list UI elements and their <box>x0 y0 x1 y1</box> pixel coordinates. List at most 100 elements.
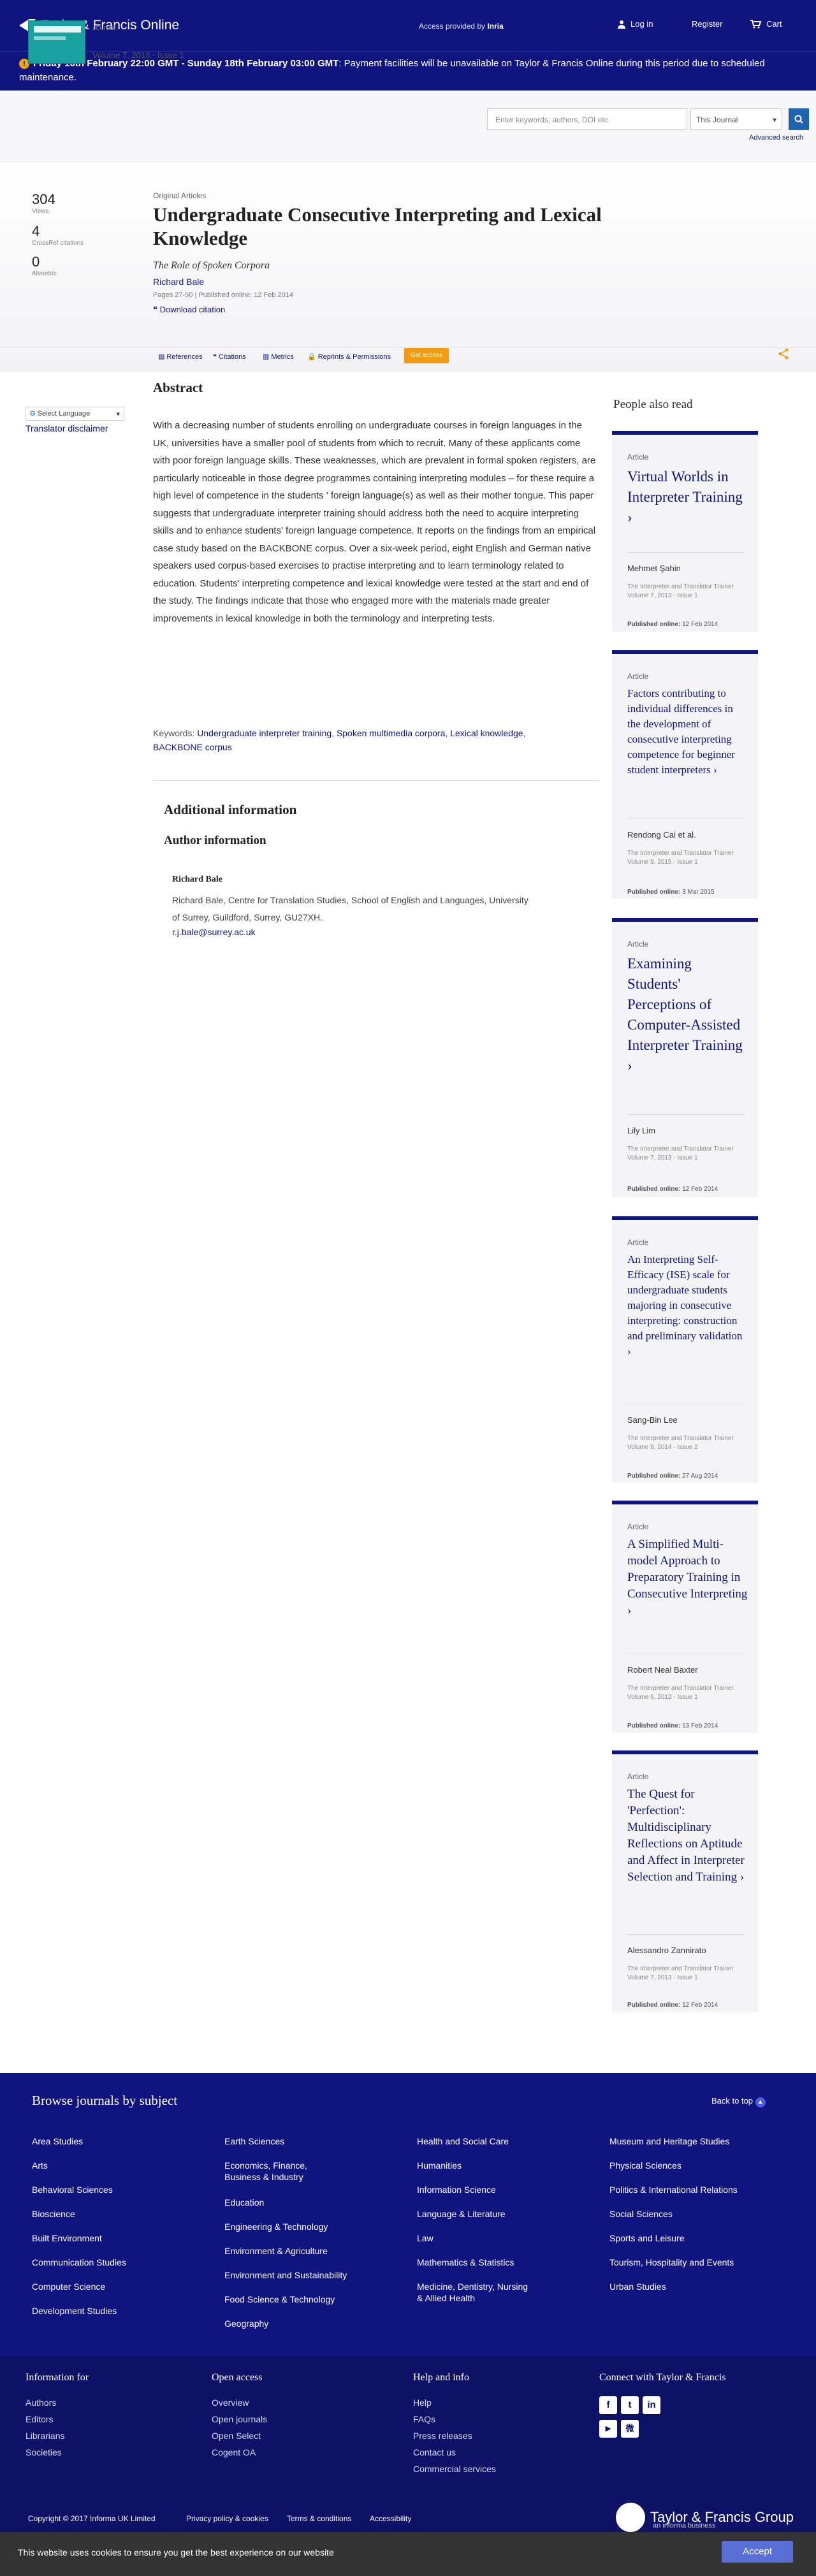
related-article-title[interactable]: The Quest for 'Perfection': Multidiscipl… <box>627 1786 748 1886</box>
related-article-title[interactable]: Virtual Worlds in Interpreter Training › <box>627 467 748 528</box>
subject-link[interactable]: Earth Sciences <box>224 2136 284 2147</box>
author-email-link[interactable]: r.j.bale@surrey.ac.uk <box>172 927 256 937</box>
related-article-title[interactable]: Examining Students' Perceptions of Compu… <box>627 954 748 1076</box>
search-scope-select[interactable]: This Journal ▾ <box>690 108 782 130</box>
cart-link[interactable]: Cart <box>750 19 782 29</box>
keyword-link[interactable]: BACKBONE corpus <box>153 742 232 752</box>
subject-link[interactable]: Geography <box>224 2318 268 2329</box>
tab-reprints[interactable]: 🔒 Reprints & Permissions <box>307 353 391 361</box>
footer-link[interactable]: Contact us <box>413 2447 456 2457</box>
search-input[interactable]: Enter keywords, authors, DOI etc. <box>487 108 687 130</box>
cart-icon <box>750 19 762 28</box>
chevron-right-icon: › <box>627 1058 632 1073</box>
related-article-card[interactable]: Article The Quest for 'Perfection': Mult… <box>612 1750 758 2012</box>
subject-link[interactable]: Health and Social Care <box>417 2136 509 2147</box>
browse-heading: Browse journals by subject <box>32 2093 178 2108</box>
keyword-link[interactable]: Lexical knowledge <box>450 728 523 738</box>
subject-link[interactable]: Food Science & Technology <box>224 2294 335 2305</box>
footer-link[interactable]: Editors <box>26 2414 54 2424</box>
language-select[interactable]: G Select Language ▾ <box>26 407 124 421</box>
facebook-icon[interactable]: f <box>599 2396 617 2414</box>
subject-link[interactable]: Education <box>224 2197 264 2208</box>
twitter-icon[interactable]: t <box>621 2396 639 2414</box>
related-article-title[interactable]: Factors contributing to individual diffe… <box>627 686 748 778</box>
youtube-icon[interactable]: ▶ <box>599 2420 617 2438</box>
footer-link[interactable]: Librarians <box>26 2431 64 2441</box>
privacy-link[interactable]: Privacy policy & cookies <box>186 2514 268 2523</box>
related-article-card[interactable]: Article An Interpreting Self-Efficacy (I… <box>612 1216 758 1483</box>
subject-link[interactable]: Development Studies <box>32 2305 117 2317</box>
footer-link[interactable]: Overview <box>212 2398 249 2408</box>
share-icon[interactable] <box>778 348 789 363</box>
footer-link[interactable]: Open Select <box>212 2431 261 2441</box>
related-article-title[interactable]: An Interpreting Self-Efficacy (ISE) scal… <box>627 1252 748 1359</box>
footer-link[interactable]: Authors <box>26 2398 56 2408</box>
linkedin-icon[interactable]: in <box>643 2396 660 2414</box>
login-link[interactable]: Log in <box>617 19 653 29</box>
subject-link[interactable]: Medicine, Dentistry, Nursing & Allied He… <box>417 2281 532 2304</box>
subject-link[interactable]: Social Sciences <box>609 2208 673 2220</box>
informa-tagline: an informa business <box>653 2522 716 2529</box>
subject-link[interactable]: Environment & Agriculture <box>224 2245 328 2257</box>
subject-link[interactable]: Mathematics & Statistics <box>417 2257 514 2268</box>
article-author-link[interactable]: Richard Bale <box>153 277 204 287</box>
get-access-button[interactable]: Get access <box>404 348 449 363</box>
subject-link[interactable]: Behavioral Sciences <box>32 2184 113 2195</box>
tab-citations[interactable]: ❝ Citations <box>213 353 246 361</box>
subject-link[interactable]: Humanities <box>417 2160 462 2171</box>
advanced-search-link[interactable]: Advanced search <box>749 134 803 142</box>
subject-link[interactable]: Law <box>417 2232 433 2244</box>
footer-link[interactable]: Open journals <box>212 2414 267 2424</box>
subject-link[interactable]: Economics, Finance, Business & Industry <box>224 2160 339 2183</box>
related-article-card[interactable]: Article A Simplified Multi-model Approac… <box>612 1501 758 1733</box>
subject-link[interactable]: Tourism, Hospitality and Events <box>609 2257 734 2268</box>
keyword-link[interactable]: Spoken multimedia corpora <box>337 728 445 738</box>
related-article-card[interactable]: Article Virtual Worlds in Interpreter Tr… <box>612 431 758 632</box>
footer-link[interactable]: Help <box>413 2398 432 2408</box>
subject-link[interactable]: Engineering & Technology <box>224 2221 328 2232</box>
related-article-card[interactable]: Article Examining Students' Perceptions … <box>612 918 758 1197</box>
accessibility-link[interactable]: Accessibility <box>370 2514 411 2523</box>
terms-link[interactable]: Terms & conditions <box>287 2514 351 2523</box>
subject-link[interactable]: Museum and Heritage Studies <box>609 2136 729 2147</box>
footer-link[interactable]: Cogent OA <box>212 2447 256 2457</box>
subject-link[interactable]: Language & Literature <box>417 2208 506 2220</box>
footer-link[interactable]: Societies <box>26 2447 62 2457</box>
weibo-icon[interactable]: 微 <box>621 2420 639 2438</box>
people-also-read-heading: People also read <box>613 398 693 411</box>
journal-cover[interactable] <box>28 20 85 64</box>
subject-link[interactable]: Physical Sciences <box>609 2160 681 2171</box>
subject-link[interactable]: Politics & International Relations <box>609 2184 738 2195</box>
chevron-right-icon: › <box>627 1604 632 1617</box>
search-button[interactable] <box>789 108 809 130</box>
related-article-title[interactable]: A Simplified Multi-model Approach to Pre… <box>627 1536 748 1619</box>
article-pages: Pages 27-50 | Published online: 12 Feb 2… <box>153 291 293 299</box>
download-citation-link[interactable]: ❝ Download citation <box>153 305 225 315</box>
article-subtitle: The Role of Spoken Corpora <box>153 260 270 271</box>
subject-link[interactable]: Communication Studies <box>32 2257 126 2268</box>
accept-cookies-button[interactable]: Accept <box>722 2541 793 2563</box>
subject-link[interactable]: Urban Studies <box>609 2281 666 2292</box>
abstract-text: With a decreasing number of students enr… <box>153 420 596 624</box>
footer-link[interactable]: FAQs <box>413 2414 435 2424</box>
subject-link[interactable]: Arts <box>32 2160 48 2171</box>
back-to-top-link[interactable]: Back to top ▲ <box>711 2096 766 2107</box>
journal-label: Journal <box>92 24 116 32</box>
subject-link[interactable]: Computer Science <box>32 2281 105 2292</box>
subject-link[interactable]: Sports and Leisure <box>609 2232 685 2244</box>
subject-link[interactable]: Information Science <box>417 2184 496 2195</box>
tab-references[interactable]: ▤ References <box>158 353 203 361</box>
related-article-card[interactable]: Article Factors contributing to individu… <box>612 650 758 899</box>
keyword-link[interactable]: Undergraduate interpreter training <box>197 728 332 738</box>
subject-link[interactable]: Environment and Sustainability <box>224 2269 347 2281</box>
subject-link[interactable]: Area Studies <box>32 2136 83 2147</box>
subject-link[interactable]: Bioscience <box>32 2208 75 2220</box>
footer-link[interactable]: Commercial services <box>413 2464 496 2474</box>
tab-metrics[interactable]: ▥ Metrics <box>263 353 294 361</box>
journal-volume[interactable]: Volume 7, 2013 - Issue 1 <box>92 50 184 60</box>
journal-title[interactable]: The Interpreter and Translator Trainer <box>92 33 275 46</box>
translator-disclaimer-link[interactable]: Translator disclaimer <box>26 423 108 433</box>
register-link[interactable]: Register <box>692 19 722 29</box>
subject-link[interactable]: Built Environment <box>32 2232 102 2244</box>
footer-link[interactable]: Press releases <box>413 2431 472 2441</box>
